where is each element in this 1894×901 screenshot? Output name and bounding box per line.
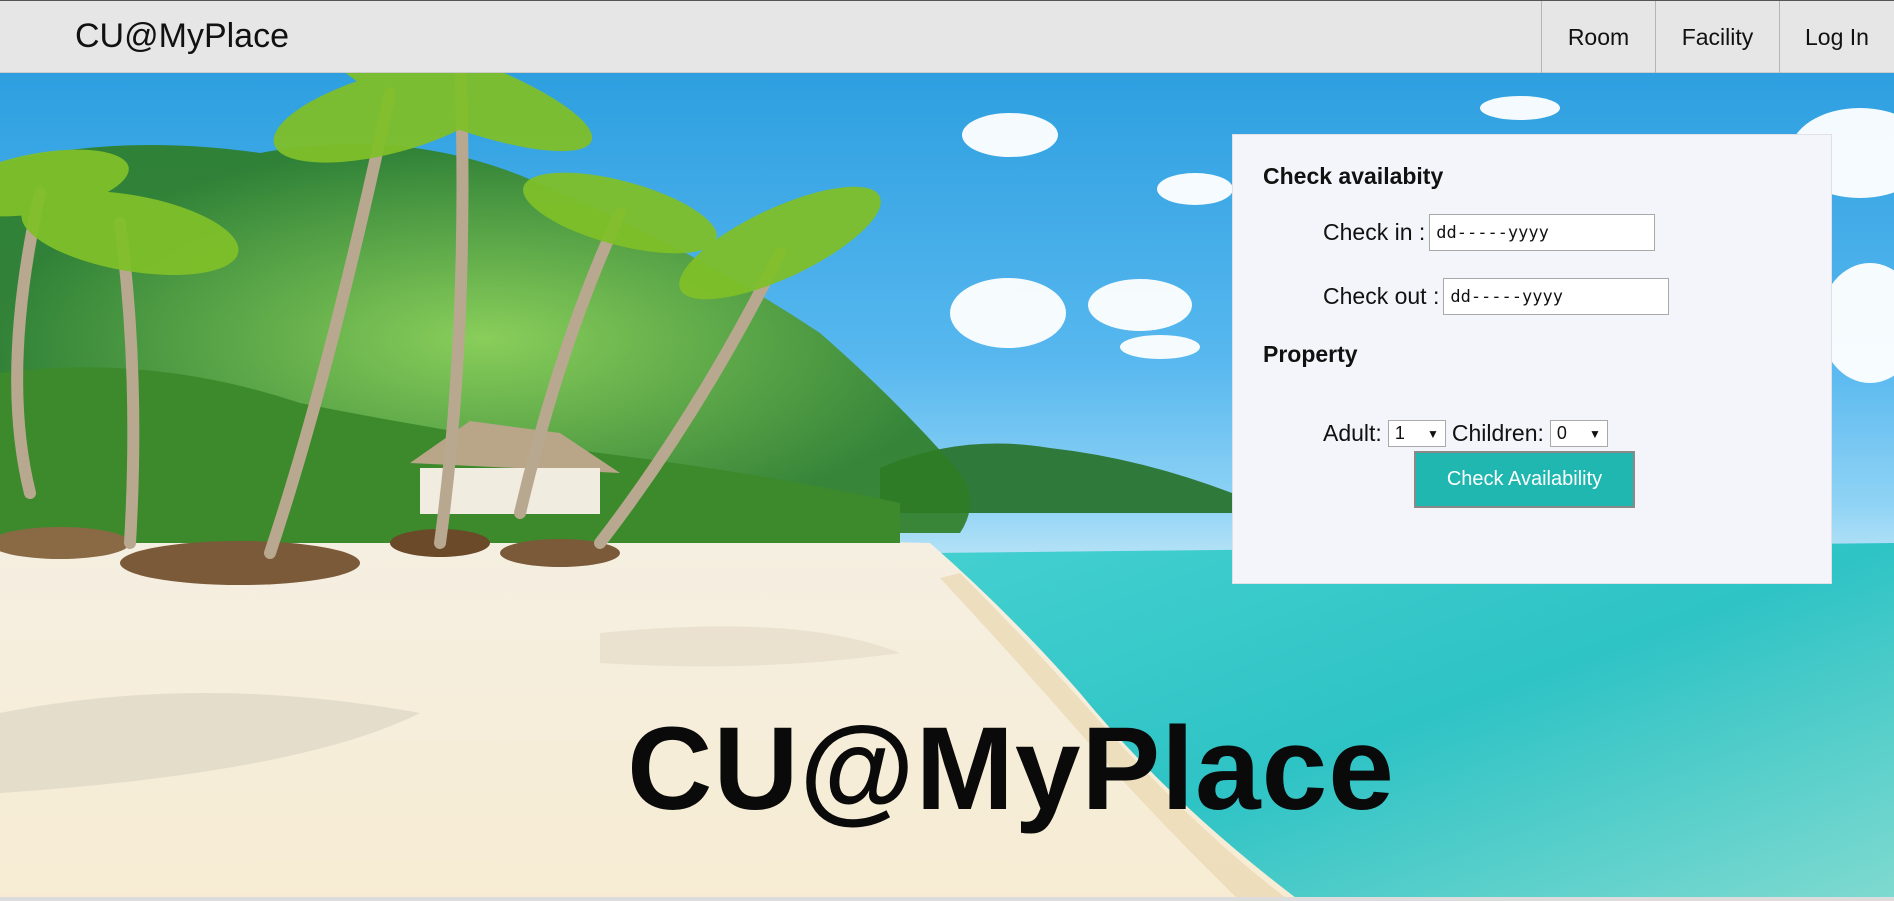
check-in-label: Check in : [1323,219,1426,245]
top-navbar: CU@MyPlace Room Facility Log In [0,0,1894,73]
check-in-date-input[interactable]: dd-----yyyy [1429,214,1656,251]
nav-item-room[interactable]: Room [1541,1,1655,73]
chevron-down-icon: ▼ [1588,426,1601,441]
adult-select[interactable]: 1 ▼ [1387,420,1446,447]
children-select[interactable]: 0 ▼ [1549,420,1608,447]
guests-row: Adult: 1 ▼ Children: 0 ▼ [1323,420,1614,447]
check-out-row: Check out : dd-----yyyy [1323,278,1670,315]
check-in-row: Check in : dd-----yyyy [1323,214,1656,251]
nav-menu: Room Facility Log In [1541,1,1894,73]
brand-logo[interactable]: CU@MyPlace [75,17,289,56]
chevron-down-icon: ▼ [1426,426,1439,441]
nav-item-facility[interactable]: Facility [1655,1,1779,73]
availability-panel: Check availabity Check in : dd-----yyyy … [1232,134,1832,584]
check-availability-heading: Check availabity [1263,163,1444,189]
hero-title: CU@MyPlace [627,703,1395,835]
check-availability-button[interactable]: Check Availability [1414,451,1635,508]
adult-label: Adult: [1323,420,1382,446]
check-out-label: Check out : [1323,283,1440,309]
page-bottom-border [0,897,1894,901]
children-select-value: 0 [1556,423,1567,443]
property-heading: Property [1263,341,1358,367]
children-label: Children: [1451,420,1544,446]
check-out-date-input[interactable]: dd-----yyyy [1443,278,1670,315]
adult-select-value: 1 [1394,423,1405,443]
nav-item-login[interactable]: Log In [1779,1,1894,73]
